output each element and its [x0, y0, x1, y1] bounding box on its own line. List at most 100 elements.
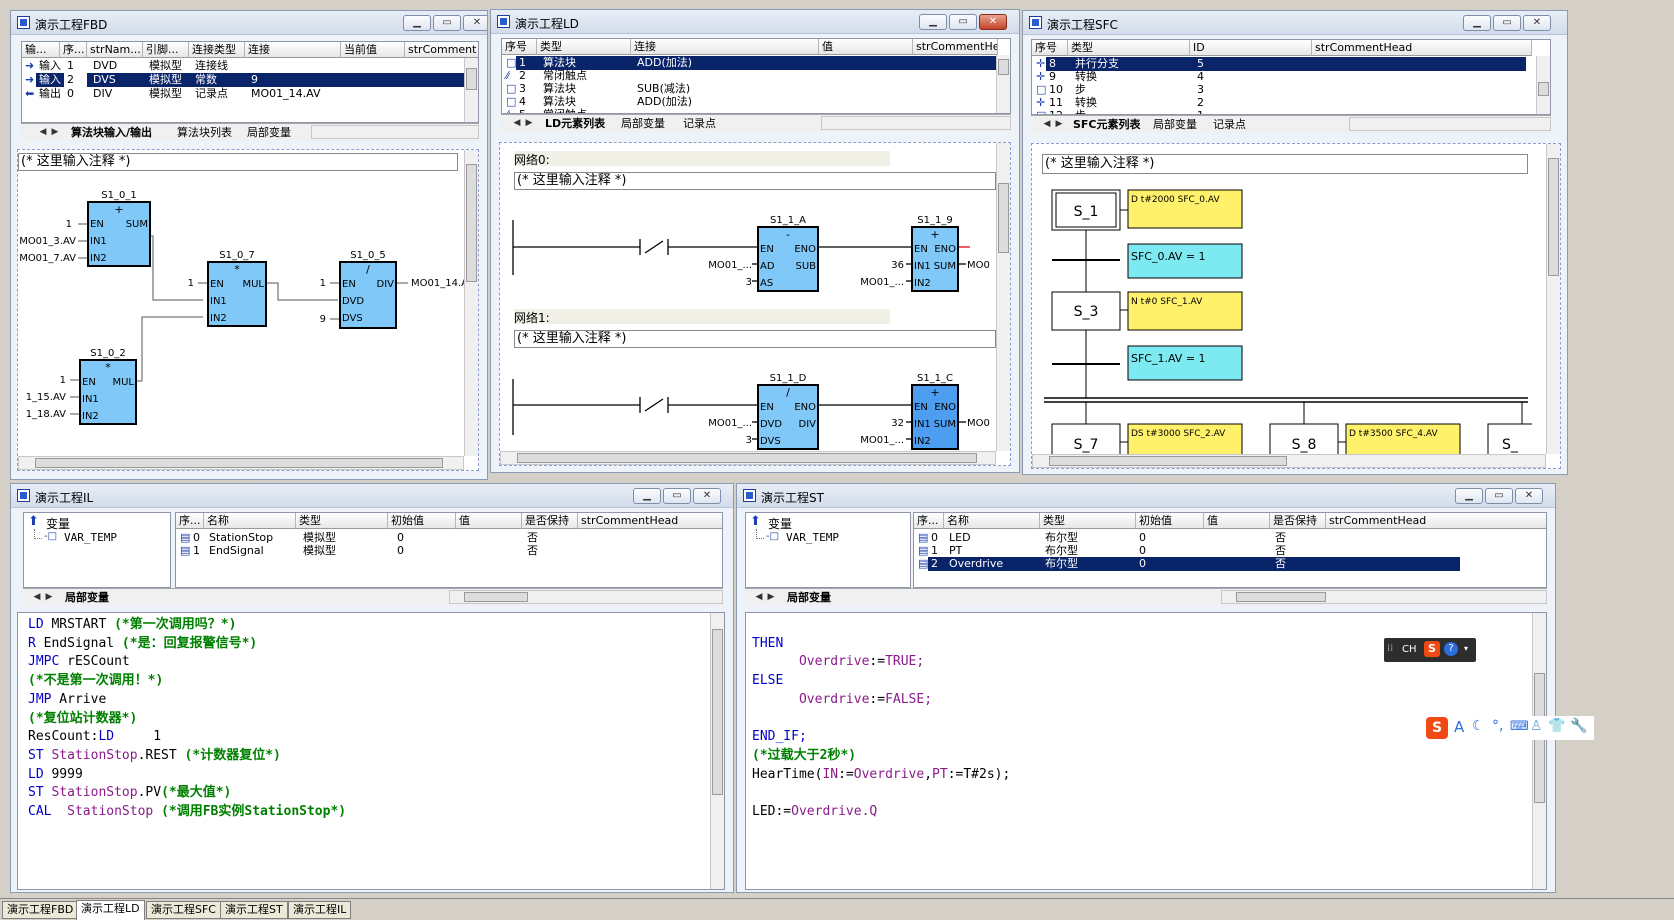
- code-line[interactable]: LD 9999: [28, 766, 346, 785]
- table-row[interactable]: ▤ 0 StationStop 模拟型 0 否: [176, 531, 722, 545]
- table-row[interactable]: ✛ 11 转换 2: [1032, 96, 1550, 110]
- col-header[interactable]: 连接: [631, 39, 819, 55]
- tab-local-vars[interactable]: 局部变量: [617, 116, 669, 132]
- table-row[interactable]: ▤ 1 PT 布尔型 0 否: [914, 544, 1546, 558]
- settings-icon[interactable]: 🔧: [1570, 718, 1587, 734]
- col-header[interactable]: 值: [456, 513, 522, 529]
- col-header[interactable]: 名称: [944, 513, 1040, 529]
- col-header[interactable]: 值: [819, 39, 913, 55]
- col-header[interactable]: ID: [1190, 40, 1312, 56]
- horizontal-scrollbar[interactable]: [18, 456, 464, 470]
- table-row[interactable]: ➜ 输入 2 DVS 模拟型 常数 9: [22, 73, 478, 87]
- maximize-button[interactable]: ▭: [663, 488, 691, 504]
- horizontal-scrollbar[interactable]: [821, 116, 1011, 130]
- sfc-step[interactable]: S_8: [1292, 437, 1317, 453]
- code-line[interactable]: ResCount:LD 1: [28, 728, 346, 747]
- tab-scroll-right[interactable]: ▶: [523, 116, 535, 130]
- vertical-scrollbar[interactable]: [1546, 144, 1560, 454]
- horizontal-scrollbar[interactable]: [311, 125, 479, 139]
- sfc-action[interactable]: SFC_0.AV = 1: [1131, 250, 1206, 263]
- ime-lang[interactable]: CH: [1402, 644, 1417, 655]
- tree-expand-icon[interactable]: ⬆: [28, 514, 39, 529]
- punct-icon[interactable]: °,: [1492, 718, 1503, 734]
- horizontal-scrollbar[interactable]: [500, 451, 996, 465]
- variable-tree[interactable]: ⬆ 变量 -□ VAR_TEMP: [745, 512, 911, 588]
- code-line[interactable]: (*复位站计数器*): [28, 710, 346, 729]
- col-header[interactable]: 序...: [914, 513, 944, 529]
- fbd-diagram[interactable]: (* 这里输入注释 *) S1_0_1 + EN IN1 IN2 SUM S1_0_7 * EN…: [17, 149, 479, 471]
- horizontal-scrollbar[interactable]: [449, 590, 723, 604]
- function-block[interactable]: S1_0_2 * EN IN1 IN2 MUL: [79, 348, 137, 425]
- tree-root[interactable]: 变量: [46, 515, 70, 532]
- table-row[interactable]: ✛ 8 并行分支 5: [1032, 57, 1550, 71]
- table-row[interactable]: ➜ 输入 1 DVD 模拟型 连接线: [22, 59, 478, 73]
- table-row[interactable]: ✛ 9 转换 4: [1032, 70, 1550, 84]
- tab-sfc-elements[interactable]: SFC元素列表: [1069, 117, 1145, 133]
- function-block[interactable]: S1_1_D / EN DVD DVS ENO DIV: [757, 373, 819, 450]
- function-block[interactable]: S1_0_7 * EN IN1 IN2 MUL: [207, 250, 267, 327]
- col-header[interactable]: 值: [1204, 513, 1270, 529]
- sfc-diagram[interactable]: (* 这里输入注释 *) S_1 S_3 S_7 S_8 S_ D t#2000…: [1031, 143, 1561, 469]
- tab-local-vars[interactable]: 局部变量: [243, 125, 295, 141]
- code-line[interactable]: LD MRSTART (*第一次调用吗？*): [28, 616, 346, 635]
- st-code[interactable]: THEN Overdrive:=TRUE; ELSE Overdrive:=FA…: [752, 616, 1010, 822]
- il-titlebar[interactable]: 演示工程IL ▁ ▭ ✕: [11, 484, 733, 508]
- close-button[interactable]: ✕: [1523, 15, 1551, 31]
- tree-child[interactable]: VAR_TEMP: [786, 531, 839, 544]
- sogou-logo-icon[interactable]: S: [1426, 717, 1448, 739]
- ld-diagram[interactable]: 网络0: (* 这里输入注释 *) 网络1: (* 这里输入注释 *) S1_1…: [499, 142, 1011, 466]
- minimize-button[interactable]: ▁: [919, 14, 947, 30]
- horizontal-scrollbar[interactable]: [1221, 590, 1547, 604]
- function-block[interactable]: S1_1_9 +EN IN1 IN2 ENO SUM: [911, 215, 959, 292]
- ld-titlebar[interactable]: 演示工程LD ▁ ▭ ✕: [491, 10, 1019, 34]
- tab-io[interactable]: 算法块输入/输出: [67, 125, 156, 141]
- code-line[interactable]: ST StationStop.REST (*计数器复位*): [28, 747, 346, 766]
- close-button[interactable]: ✕: [463, 15, 487, 31]
- minimize-button[interactable]: ▁: [403, 15, 431, 31]
- col-header[interactable]: 类型: [1068, 40, 1190, 56]
- minimize-button[interactable]: ▁: [1463, 15, 1491, 31]
- sfc-action[interactable]: DS t#3000 SFC_2.AV: [1131, 429, 1226, 439]
- tab-window-fbd[interactable]: 演示工程FBD: [2, 901, 79, 919]
- sfc-action[interactable]: D t#3500 SFC_4.AV: [1349, 429, 1438, 439]
- col-header[interactable]: 序号: [502, 39, 537, 55]
- close-button[interactable]: ✕: [979, 14, 1007, 30]
- il-code[interactable]: LD MRSTART (*第一次调用吗？*) R EndSignal (*是：回复…: [28, 616, 346, 822]
- sfc-step[interactable]: S_1: [1074, 204, 1099, 220]
- table-row[interactable]: □ 3 算法块 SUB(减法): [502, 82, 1010, 96]
- col-header[interactable]: 输...: [22, 42, 60, 58]
- table-row[interactable]: ▤ 0 LED 布尔型 0 否: [914, 531, 1546, 545]
- col-header[interactable]: 类型: [1040, 513, 1136, 529]
- vertical-scrollbar[interactable]: [996, 55, 1010, 113]
- col-header[interactable]: 类型: [296, 513, 388, 529]
- code-line[interactable]: R EndSignal (*是：回复报警信号*): [28, 635, 346, 654]
- sfc-action[interactable]: SFC_1.AV = 1: [1131, 352, 1206, 365]
- tree-expand-icon[interactable]: ⬆: [750, 514, 761, 529]
- col-header[interactable]: 引脚...: [143, 42, 189, 58]
- ime-toolbar[interactable]: ⁞⁞ CH S ? ▾: [1384, 638, 1476, 662]
- user-icon[interactable]: ♙: [1530, 718, 1543, 734]
- table-row[interactable]: □ 1 算法块 ADD(加法): [502, 56, 1010, 70]
- st-titlebar[interactable]: 演示工程ST ▁ ▭ ✕: [737, 484, 1555, 508]
- lang-icon[interactable]: A: [1454, 718, 1464, 736]
- tab-scroll-right[interactable]: ▶: [43, 590, 55, 604]
- col-header[interactable]: strCommentHead: [1326, 513, 1546, 529]
- sogou-status-bar[interactable]: S A ☾ °, ⌨ ♙ 👕 🔧: [1426, 716, 1594, 740]
- tab-local-vars[interactable]: 局部变量: [783, 590, 835, 606]
- tab-block-list[interactable]: 算法块列表: [173, 125, 236, 141]
- col-header[interactable]: 连接: [245, 42, 341, 58]
- close-button[interactable]: ✕: [1515, 488, 1543, 504]
- col-header[interactable]: strCommentHead: [1312, 40, 1532, 56]
- horizontal-scrollbar[interactable]: [1349, 117, 1551, 131]
- col-header[interactable]: 类型: [537, 39, 631, 55]
- table-row[interactable]: ▤ 2 Overdrive 布尔型 0 否: [914, 557, 1546, 571]
- keyboard-icon[interactable]: ⌨: [1510, 719, 1529, 734]
- col-header[interactable]: 是否保持: [522, 513, 578, 529]
- vertical-scrollbar[interactable]: [464, 58, 478, 122]
- maximize-button[interactable]: ▭: [433, 15, 461, 31]
- function-block[interactable]: S1_1_C +EN IN1 IN2 ENO SUM: [911, 373, 959, 450]
- sfc-action[interactable]: N t#0 SFC_1.AV: [1131, 297, 1203, 307]
- vertical-scrollbar[interactable]: [464, 150, 478, 456]
- horizontal-scrollbar[interactable]: [1032, 454, 1546, 468]
- tab-scroll-left[interactable]: ◀: [31, 590, 43, 604]
